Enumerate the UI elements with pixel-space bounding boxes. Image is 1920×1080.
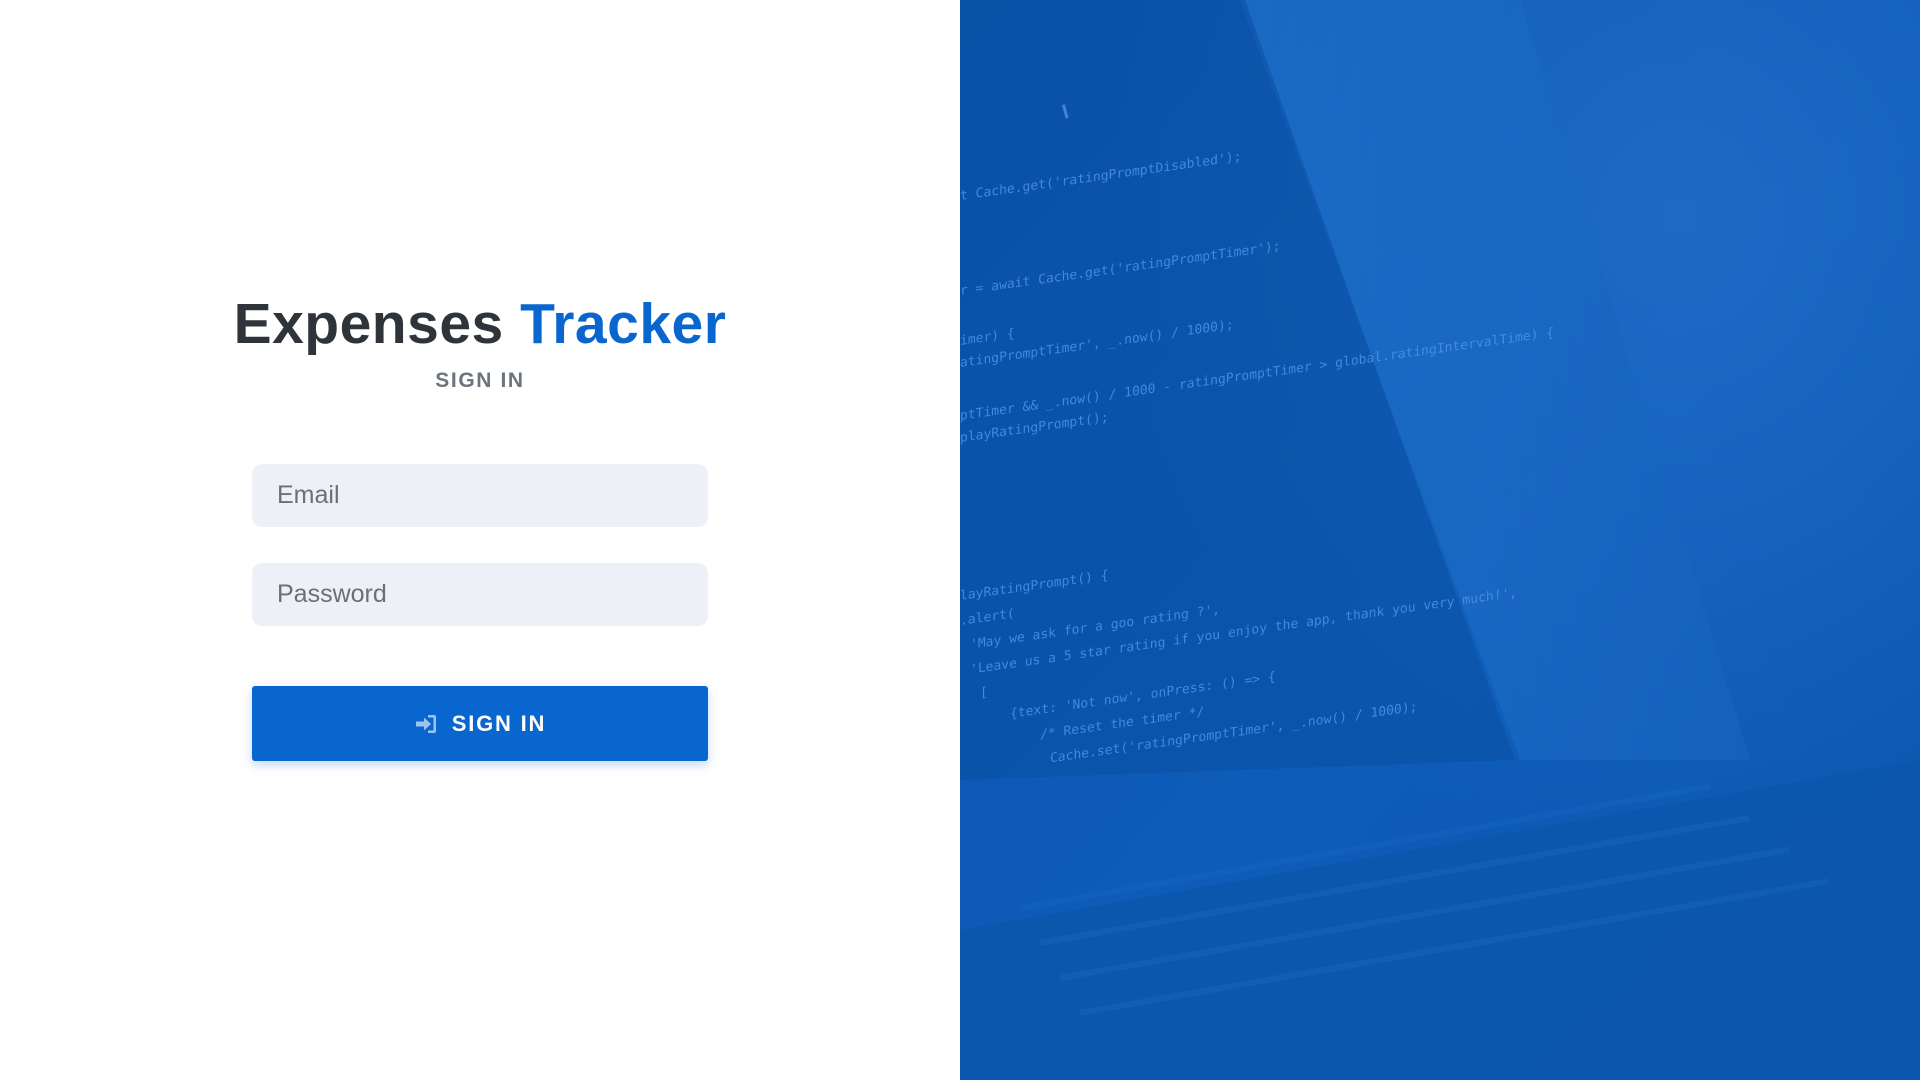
sign-in-button-label: SIGN IN: [451, 710, 547, 736]
code-line: [: [980, 685, 988, 701]
app-title-accent: Tracker: [520, 292, 727, 356]
login-page: Expenses Tracker SIGN IN SIGN IN: [0, 0, 1920, 1080]
laptop-photo: t Cache.get('ratingPromptDisabled'); r =…: [960, 0, 1920, 1080]
sign-in-icon: [414, 713, 438, 735]
login-panel: Expenses Tracker SIGN IN SIGN IN: [0, 0, 960, 1080]
sign-in-button[interactable]: SIGN IN: [252, 686, 708, 761]
app-title-primary: Expenses: [233, 292, 504, 356]
hero-image: t Cache.get('ratingPromptDisabled'); r =…: [960, 0, 1920, 1080]
password-field[interactable]: [252, 563, 708, 626]
email-field[interactable]: [252, 464, 708, 527]
page-subtitle: SIGN IN: [435, 369, 525, 392]
app-title: Expenses Tracker: [0, 290, 960, 358]
